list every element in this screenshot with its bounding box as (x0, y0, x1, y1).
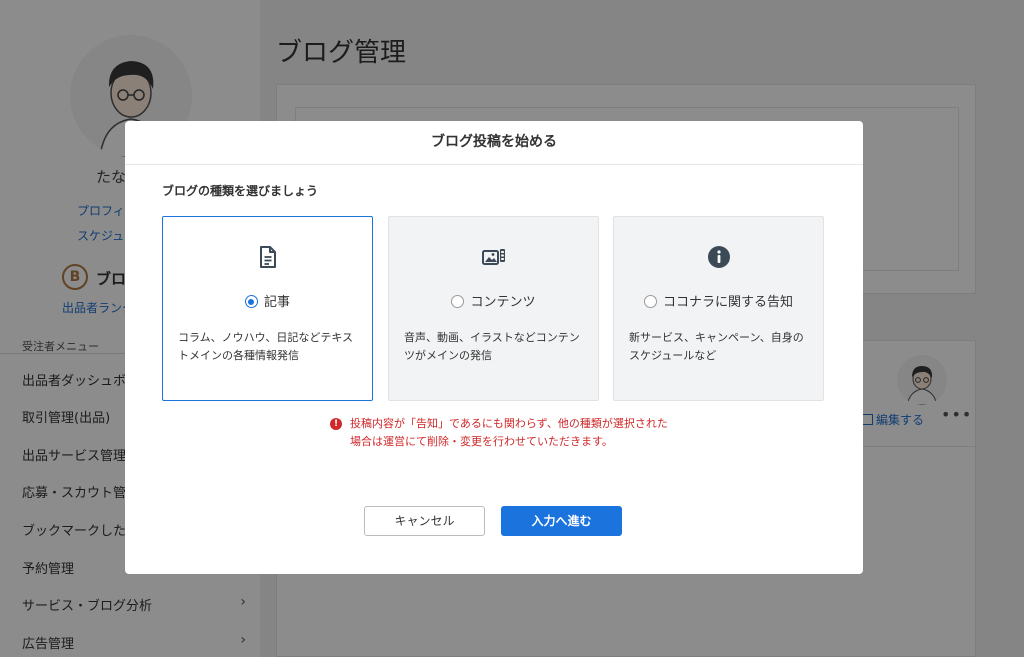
option-content-radio-row[interactable]: コンテンツ (389, 291, 598, 310)
option-article-description: コラム、ノウハウ、日記などテキストメインの各種情報発信 (178, 331, 354, 362)
radio-announcement[interactable] (643, 295, 657, 308)
radio-content[interactable] (451, 295, 465, 308)
info-icon (614, 245, 823, 273)
warning-message: ! 投稿内容が「告知」であるにも関わらず、他の種類が選択された場合は運営にて削除… (330, 415, 670, 451)
alert-icon: ! (330, 418, 342, 430)
option-content-description: 音声、動画、イラストなどコンテンツがメインの発信 (404, 331, 580, 362)
proceed-to-input-button[interactable]: 入力へ進む (501, 506, 622, 536)
cancel-button[interactable]: キャンセル (364, 506, 485, 536)
option-content-label: コンテンツ (470, 295, 536, 310)
warning-text: 投稿内容が「告知」であるにも関わらず、他の種類が選択された場合は運営にて削除・変… (350, 417, 668, 448)
media-icon (389, 245, 598, 273)
start-blog-modal: ブログ投稿を始める ブログの種類を選びましょう 記事 コラム、ノウハウ、日記など… (125, 121, 863, 574)
radio-article[interactable] (244, 295, 258, 308)
modal-title: ブログ投稿を始める (125, 121, 863, 165)
option-announcement-description: 新サービス、キャンペーン、自身のスケジュールなど (629, 331, 804, 362)
document-icon (163, 245, 372, 273)
option-announcement-label: ココナラに関する告知 (662, 295, 793, 310)
option-content[interactable]: コンテンツ 音声、動画、イラストなどコンテンツがメインの発信 (388, 216, 599, 401)
option-article-label: 記事 (263, 295, 290, 310)
modal-subtitle: ブログの種類を選びましょう (162, 184, 319, 198)
option-article-radio-row[interactable]: 記事 (163, 291, 372, 310)
option-article[interactable]: 記事 コラム、ノウハウ、日記などテキストメインの各種情報発信 (162, 216, 373, 401)
option-announcement-radio-row[interactable]: ココナラに関する告知 (614, 291, 823, 310)
option-announcement[interactable]: ココナラに関する告知 新サービス、キャンペーン、自身のスケジュールなど (613, 216, 824, 401)
